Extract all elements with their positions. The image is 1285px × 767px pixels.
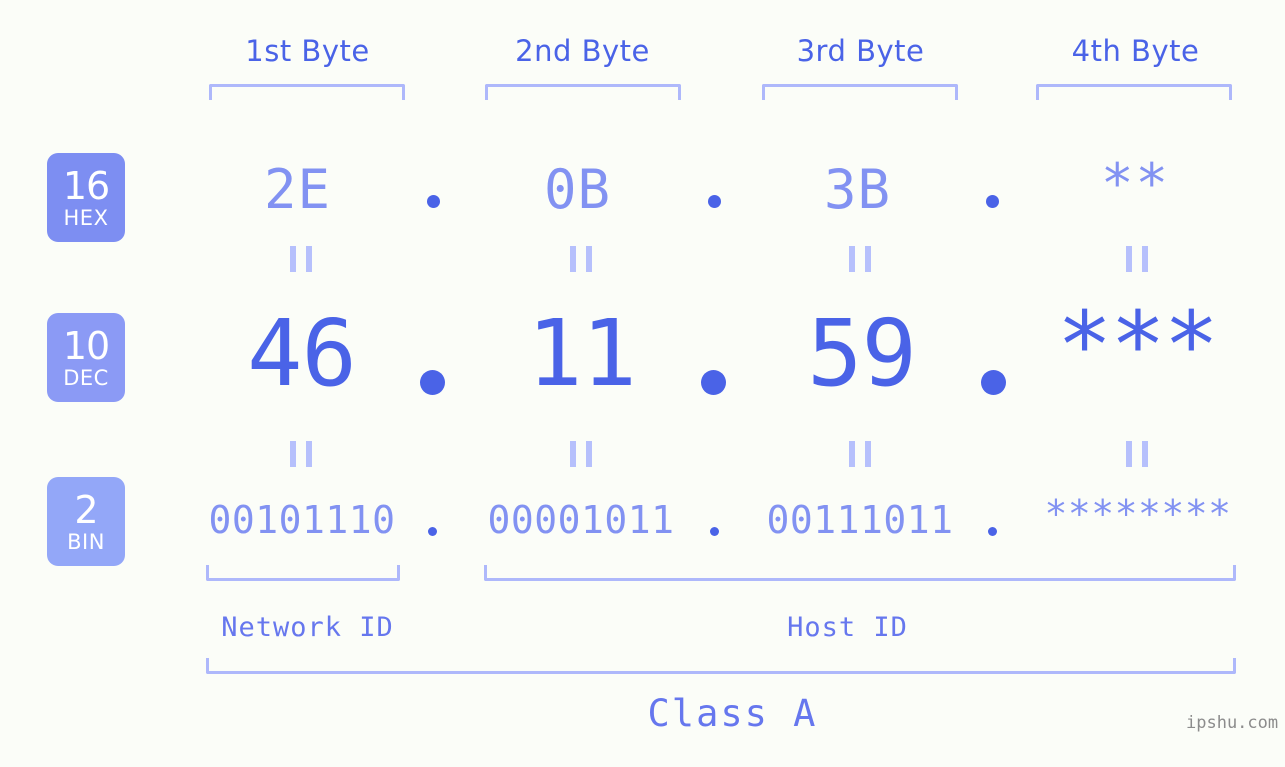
dec-value-byte-4-masked: *** [1056, 292, 1219, 399]
bracket-top-byte-1 [209, 84, 405, 100]
equals-mark-hex-dec-2 [570, 246, 592, 272]
dec-value-byte-1: 46 [247, 300, 357, 407]
hex-value-byte-2: 0B [543, 158, 612, 221]
bracket-host-id [484, 565, 1236, 581]
hex-dot-separator-1 [427, 195, 440, 208]
bin-dot-separator-2 [710, 527, 719, 536]
column-header-byte-3: 3rd Byte [796, 34, 925, 68]
dec-dot-separator-3 [981, 370, 1006, 395]
bracket-top-byte-3 [762, 84, 958, 100]
base-badge-bin: 2 BIN [47, 477, 125, 566]
dec-value-byte-3: 59 [807, 300, 917, 407]
network-id-label: Network ID [221, 612, 394, 643]
dec-dot-separator-1 [420, 370, 445, 395]
base-badge-dec-number: 10 [62, 323, 110, 368]
base-badge-dec: 10 DEC [47, 313, 125, 402]
equals-mark-hex-dec-1 [290, 246, 312, 272]
class-label: Class A [647, 692, 818, 735]
bin-dot-separator-1 [428, 527, 437, 536]
dec-value-byte-2: 11 [527, 300, 637, 407]
equals-mark-hex-dec-3 [849, 246, 871, 272]
base-badge-bin-number: 2 [74, 487, 98, 532]
equals-mark-dec-bin-2 [570, 441, 592, 467]
equals-mark-dec-bin-4 [1126, 441, 1148, 467]
bin-dot-separator-3 [988, 527, 997, 536]
equals-mark-dec-bin-3 [849, 441, 871, 467]
base-badge-bin-abbr: BIN [67, 529, 105, 554]
column-header-byte-2: 2nd Byte [515, 34, 650, 68]
equals-mark-dec-bin-1 [290, 441, 312, 467]
column-header-byte-4: 4th Byte [1071, 34, 1200, 68]
hex-value-byte-3: 3B [823, 158, 892, 221]
bin-value-byte-1: 00101110 [208, 498, 396, 542]
hex-value-byte-4-masked: ** [1100, 152, 1171, 215]
dec-dot-separator-2 [701, 370, 726, 395]
base-badge-hex-number: 16 [62, 163, 110, 208]
base-badge-hex-abbr: HEX [63, 205, 109, 230]
hex-value-byte-1: 2E [263, 158, 332, 221]
host-id-label: Host ID [787, 612, 908, 643]
column-header-byte-1: 1st Byte [245, 34, 370, 68]
bin-value-byte-4-masked: ******** [1044, 492, 1232, 536]
ip-byte-diagram: 1st Byte 2nd Byte 3rd Byte 4th Byte 16 H… [0, 0, 1285, 767]
hex-dot-separator-3 [986, 195, 999, 208]
base-badge-dec-abbr: DEC [63, 365, 109, 390]
base-badge-hex: 16 HEX [47, 153, 125, 242]
equals-mark-hex-dec-4 [1126, 246, 1148, 272]
hex-dot-separator-2 [708, 195, 721, 208]
bracket-network-id [206, 565, 400, 581]
bracket-class [206, 658, 1236, 674]
bin-value-byte-3: 00111011 [766, 498, 954, 542]
bracket-top-byte-4 [1036, 84, 1232, 100]
bracket-top-byte-2 [485, 84, 681, 100]
site-watermark: ipshu.com [1186, 713, 1279, 733]
bin-value-byte-2: 00001011 [487, 498, 675, 542]
